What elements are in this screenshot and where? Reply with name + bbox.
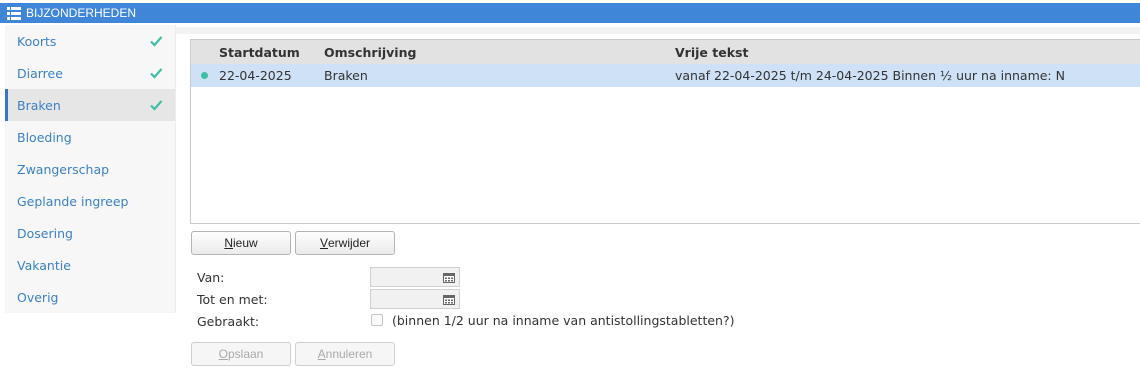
save-button-label: pslaan [227, 347, 264, 361]
save-button[interactable]: Opslaan [191, 342, 291, 366]
vomited-label: Gebraakt: [197, 314, 260, 329]
sidebar-item-overig[interactable]: Overig [5, 281, 175, 313]
sidebar-item-dosering[interactable]: Dosering [5, 217, 175, 249]
cell-startdatum: 22-04-2025 [219, 68, 292, 83]
new-button-label: ieuw [232, 236, 258, 250]
sidebar-item-vakantie[interactable]: Vakantie [5, 249, 175, 281]
column-header-startdatum[interactable]: Startdatum [219, 45, 300, 60]
cancel-button[interactable]: Annuleren [295, 342, 395, 366]
list-icon [7, 6, 21, 20]
cell-vrije-tekst: vanaf 22-04-2025 t/m 24-04-2025 Binnen ½… [675, 68, 1065, 83]
sidebar-item-label: Braken [17, 97, 61, 113]
cancel-button-label: nnuleren [325, 347, 373, 361]
save-button-mnemonic: O [218, 347, 228, 361]
sidebar-item-geplande-ingreep[interactable]: Geplande ingreep [5, 185, 175, 217]
from-date-field[interactable] [370, 267, 460, 287]
from-label: Van: [197, 270, 225, 285]
records-grid: Startdatum Omschrijving Vrije tekst 22-0… [190, 39, 1140, 224]
sidebar-item-koorts[interactable]: Koorts [5, 25, 175, 57]
column-header-vrije-tekst[interactable]: Vrije tekst [675, 45, 748, 60]
sidebar-item-label: Vakantie [17, 257, 71, 273]
sidebar-item-label: Zwangerschap [17, 161, 110, 177]
window-title-bar: BIJZONDERHEDEN [0, 3, 1140, 23]
sidebar-item-label: Overig [17, 289, 59, 305]
cancel-button-mnemonic: A [317, 347, 326, 361]
sidebar-item-diarree[interactable]: Diarree [5, 57, 175, 89]
grid-header: Startdatum Omschrijving Vrije tekst [191, 40, 1140, 64]
sidebar-item-zwangerschap[interactable]: Zwangerschap [5, 153, 175, 185]
check-icon [150, 100, 163, 111]
sidebar-item-label: Dosering [17, 225, 73, 241]
delete-button[interactable]: Verwijder [295, 231, 395, 255]
table-row[interactable]: 22-04-2025 Braken vanaf 22-04-2025 t/m 2… [191, 64, 1140, 87]
sidebar-item-label: Diarree [17, 65, 63, 81]
cell-omschrijving: Braken [324, 68, 368, 83]
column-header-omschrijving[interactable]: Omschrijving [324, 45, 416, 60]
window-title: BIJZONDERHEDEN [26, 6, 137, 20]
sidebar: Koorts Diarree Braken Bloeding Zwangersc… [5, 25, 176, 313]
new-button-mnemonic: N [224, 236, 233, 250]
check-icon [150, 36, 163, 47]
sidebar-item-bloeding[interactable]: Bloeding [5, 121, 175, 153]
sidebar-item-label: Bloeding [17, 129, 72, 145]
sidebar-item-label: Koorts [17, 33, 57, 49]
status-dot-icon [201, 72, 208, 79]
sidebar-item-braken[interactable]: Braken [5, 89, 175, 121]
new-button[interactable]: Nieuw [191, 231, 291, 255]
delete-button-mnemonic: V [319, 236, 328, 250]
check-icon [150, 68, 163, 79]
vomited-checkbox-text: (binnen 1/2 uur na inname van antistolli… [392, 313, 735, 328]
content-top-strip [176, 27, 1140, 34]
vomited-checkbox[interactable] [371, 314, 383, 326]
calendar-icon[interactable] [443, 272, 455, 283]
calendar-icon[interactable] [443, 294, 455, 305]
sidebar-item-label: Geplande ingreep [17, 193, 129, 209]
delete-button-label: erwijder [328, 236, 371, 250]
until-date-field[interactable] [370, 289, 460, 309]
until-label: Tot en met: [197, 292, 268, 307]
